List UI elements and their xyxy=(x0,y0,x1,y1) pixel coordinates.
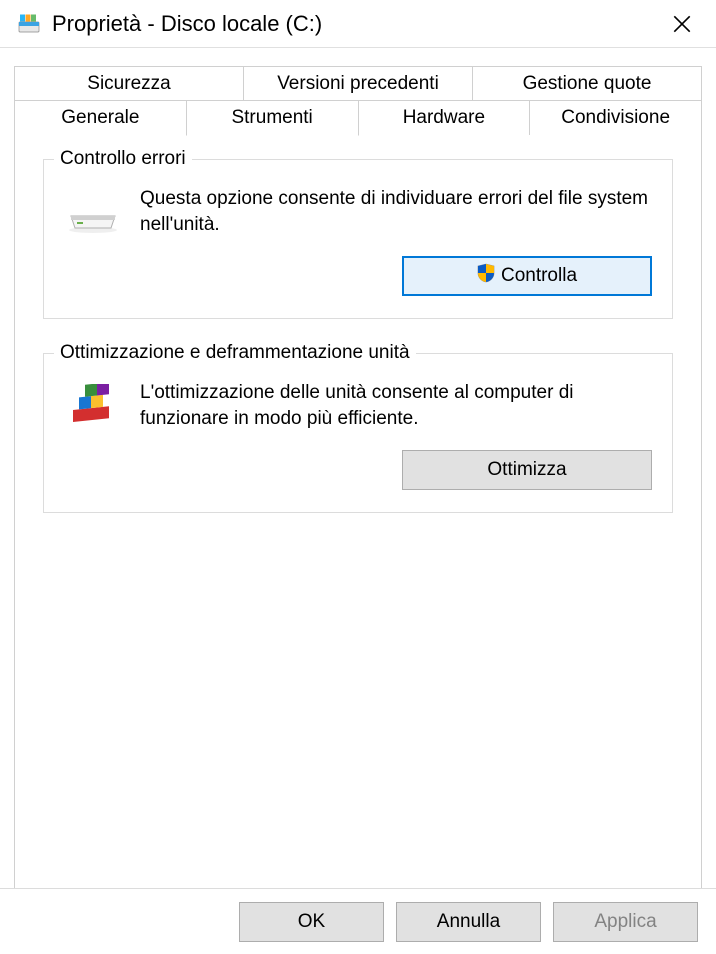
group-optimize-legend: Ottimizzazione e deframmentazione unità xyxy=(54,342,416,364)
tab-sharing[interactable]: Condivisione xyxy=(529,101,702,136)
tab-previous-versions[interactable]: Versioni precedenti xyxy=(243,66,473,101)
check-button[interactable]: Controlla xyxy=(402,256,652,296)
group-error-check: Controllo errori Questa opzione consente… xyxy=(43,159,673,319)
cancel-button[interactable]: Annulla xyxy=(396,902,541,942)
drive-check-icon xyxy=(64,190,122,238)
tabstrip: Sicurezza Versioni precedenti Gestione q… xyxy=(14,66,702,136)
window-title: Proprietà - Disco locale (C:) xyxy=(52,11,658,37)
dialog-body: Sicurezza Versioni precedenti Gestione q… xyxy=(0,48,716,888)
tab-security[interactable]: Sicurezza xyxy=(14,66,244,101)
drive-icon xyxy=(18,13,40,35)
group-error-check-legend: Controllo errori xyxy=(54,148,192,170)
tab-hardware[interactable]: Hardware xyxy=(358,101,531,136)
tab-quota[interactable]: Gestione quote xyxy=(472,66,702,101)
apply-button: Applica xyxy=(553,902,698,942)
group-error-check-text: Questa opzione consente di individuare e… xyxy=(140,186,652,237)
optimize-button[interactable]: Ottimizza xyxy=(402,450,652,490)
check-button-label: Controlla xyxy=(501,265,577,287)
group-optimize: Ottimizzazione e deframmentazione unità xyxy=(43,353,673,513)
close-button[interactable] xyxy=(658,0,706,48)
ok-button[interactable]: OK xyxy=(239,902,384,942)
tab-tools[interactable]: Strumenti xyxy=(186,101,359,136)
dialog-footer: OK Annulla Applica xyxy=(0,888,716,954)
tab-general[interactable]: Generale xyxy=(14,101,187,136)
shield-uac-icon xyxy=(477,263,495,289)
group-optimize-text: L'ottimizzazione delle unità consente al… xyxy=(140,380,652,431)
optimize-button-label: Ottimizza xyxy=(487,459,566,481)
tab-panel-tools: Controllo errori Questa opzione consente… xyxy=(14,135,702,927)
defrag-icon xyxy=(64,384,122,432)
titlebar: Proprietà - Disco locale (C:) xyxy=(0,0,716,48)
